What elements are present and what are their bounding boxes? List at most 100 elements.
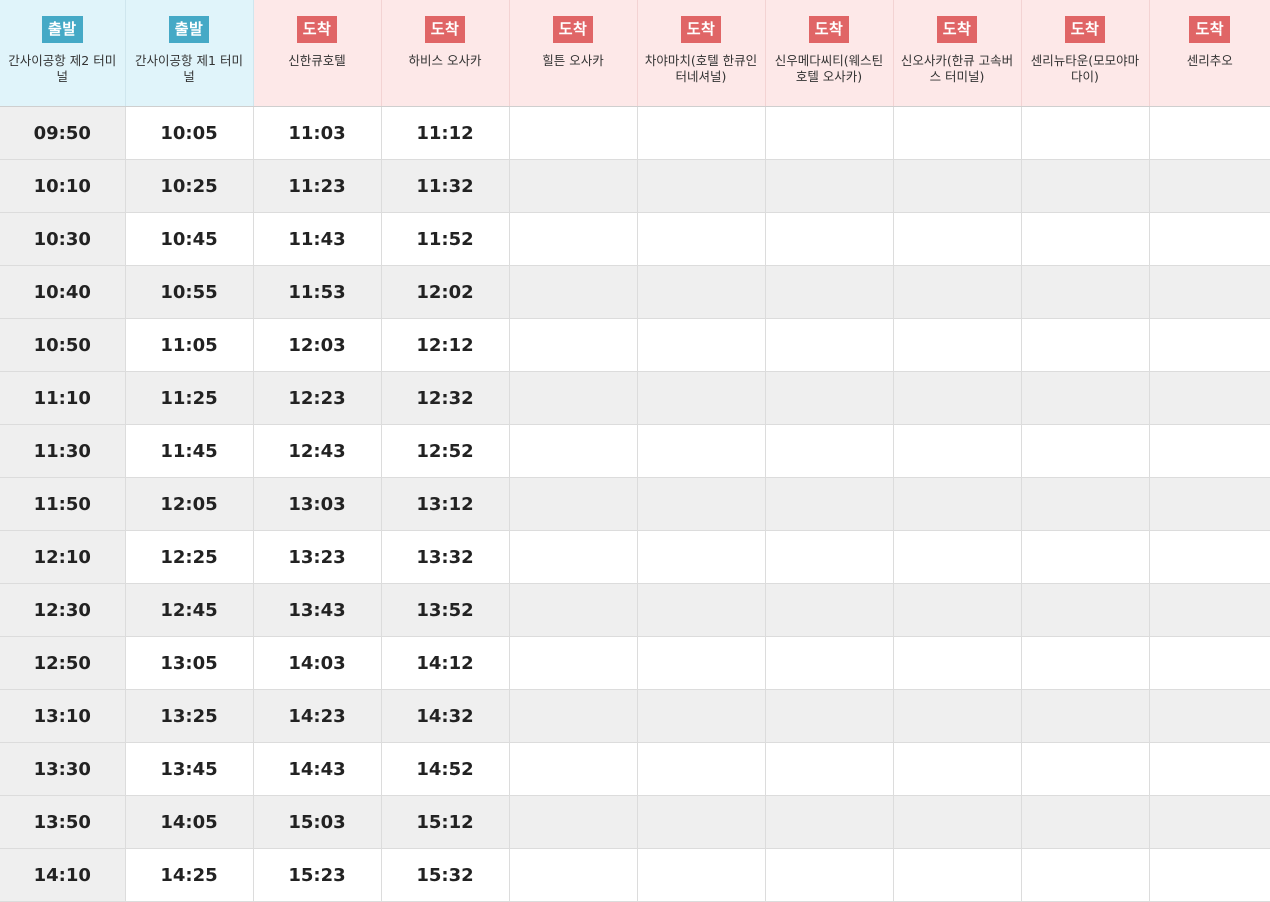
time-cell: 12:03 <box>253 318 382 372</box>
time-cell <box>1149 371 1270 425</box>
time-cell <box>765 106 894 160</box>
time-cell: 12:05 <box>125 477 254 531</box>
time-cell <box>893 636 1022 690</box>
time-cell: 11:05 <box>125 318 254 372</box>
time-cell: 15:23 <box>253 848 382 902</box>
table-row: 14:10 14:25 15:23 15:32 <box>0 848 1270 902</box>
time-cell <box>1021 583 1150 637</box>
table-row: 11:10 11:25 12:23 12:32 <box>0 371 1270 425</box>
time-cell <box>765 265 894 319</box>
time-cell: 12:12 <box>381 318 510 372</box>
time-cell: 13:45 <box>125 742 254 796</box>
station-name: 신오사카(한큐 고속버스 터미널) <box>900 53 1014 84</box>
time-cell <box>893 583 1022 637</box>
table-row: 11:50 12:05 13:03 13:12 <box>0 477 1270 531</box>
time-cell <box>893 795 1022 849</box>
time-cell <box>1149 424 1270 478</box>
departure-time-cell: 12:50 <box>0 636 126 690</box>
time-cell <box>893 530 1022 584</box>
time-cell <box>765 159 894 213</box>
time-cell <box>1021 742 1150 796</box>
time-cell: 12:23 <box>253 371 382 425</box>
time-cell <box>1149 318 1270 372</box>
time-cell: 10:25 <box>125 159 254 213</box>
departure-time-cell: 13:10 <box>0 689 126 743</box>
arrival-badge: 도착 <box>552 16 594 43</box>
time-cell <box>509 424 638 478</box>
header-row: 출발 간사이공항 제2 터미널 출발 간사이공항 제1 터미널 도착 신한큐호텔 도착 하비스… <box>0 0 1270 107</box>
time-cell <box>637 795 766 849</box>
time-cell <box>1149 636 1270 690</box>
timetable-body: 09:50 10:05 11:03 11:12 10:10 10:25 11:23 11:32… <box>0 106 1270 902</box>
arrival-badge: 도착 <box>936 16 978 43</box>
time-cell: 13:32 <box>381 530 510 584</box>
time-cell <box>1021 795 1150 849</box>
table-row: 12:10 12:25 13:23 13:32 <box>0 530 1270 584</box>
time-cell <box>893 371 1022 425</box>
time-cell <box>765 583 894 637</box>
time-cell: 10:45 <box>125 212 254 266</box>
time-cell: 13:52 <box>381 583 510 637</box>
time-cell <box>1149 265 1270 319</box>
departure-time-cell: 11:30 <box>0 424 126 478</box>
departure-badge: 출발 <box>41 16 83 43</box>
column-header-8: 도착 센리뉴타운(모모야마다이) <box>1021 0 1150 107</box>
time-cell <box>1021 265 1150 319</box>
time-cell <box>893 318 1022 372</box>
time-cell: 13:12 <box>381 477 510 531</box>
time-cell <box>637 742 766 796</box>
time-cell <box>637 583 766 637</box>
time-cell: 12:32 <box>381 371 510 425</box>
time-cell: 11:12 <box>381 106 510 160</box>
time-cell <box>1021 689 1150 743</box>
time-cell <box>637 477 766 531</box>
bus-timetable: 출발 간사이공항 제2 터미널 출발 간사이공항 제1 터미널 도착 신한큐호텔 도착 하비스… <box>0 0 1270 902</box>
time-cell: 14:25 <box>125 848 254 902</box>
time-cell <box>1021 106 1150 160</box>
time-cell <box>765 848 894 902</box>
time-cell: 13:23 <box>253 530 382 584</box>
table-row: 13:50 14:05 15:03 15:12 <box>0 795 1270 849</box>
time-cell <box>893 689 1022 743</box>
time-cell: 12:43 <box>253 424 382 478</box>
station-name: 간사이공항 제2 터미널 <box>8 53 117 84</box>
time-cell <box>1021 477 1150 531</box>
table-row: 12:50 13:05 14:03 14:12 <box>0 636 1270 690</box>
time-cell <box>765 371 894 425</box>
departure-time-cell: 11:10 <box>0 371 126 425</box>
time-cell: 15:12 <box>381 795 510 849</box>
time-cell <box>509 159 638 213</box>
time-cell <box>637 106 766 160</box>
time-cell: 13:05 <box>125 636 254 690</box>
time-cell <box>765 477 894 531</box>
departure-time-cell: 14:10 <box>0 848 126 902</box>
time-cell <box>1021 212 1150 266</box>
station-name: 차야마치(호텔 한큐인터네셔널) <box>644 53 758 84</box>
column-header-6: 도착 신우메다씨티(웨스틴호텔 오사카) <box>765 0 894 107</box>
departure-time-cell: 10:30 <box>0 212 126 266</box>
time-cell <box>509 689 638 743</box>
table-row: 10:30 10:45 11:43 11:52 <box>0 212 1270 266</box>
time-cell <box>509 212 638 266</box>
table-row: 13:30 13:45 14:43 14:52 <box>0 742 1270 796</box>
time-cell <box>1149 530 1270 584</box>
time-cell <box>637 689 766 743</box>
time-cell: 14:32 <box>381 689 510 743</box>
time-cell <box>637 636 766 690</box>
column-header-3: 도착 하비스 오사카 <box>381 0 510 107</box>
column-header-2: 도착 신한큐호텔 <box>253 0 382 107</box>
time-cell: 10:55 <box>125 265 254 319</box>
table-row: 09:50 10:05 11:03 11:12 <box>0 106 1270 160</box>
time-cell <box>893 106 1022 160</box>
time-cell: 11:25 <box>125 371 254 425</box>
time-cell <box>1149 848 1270 902</box>
time-cell: 14:43 <box>253 742 382 796</box>
time-cell: 11:23 <box>253 159 382 213</box>
time-cell <box>765 795 894 849</box>
column-header-4: 도착 힐튼 오사카 <box>509 0 638 107</box>
time-cell: 11:03 <box>253 106 382 160</box>
time-cell <box>509 530 638 584</box>
time-cell <box>1149 689 1270 743</box>
station-name: 신한큐호텔 <box>288 53 346 68</box>
column-header-5: 도착 차야마치(호텔 한큐인터네셔널) <box>637 0 766 107</box>
